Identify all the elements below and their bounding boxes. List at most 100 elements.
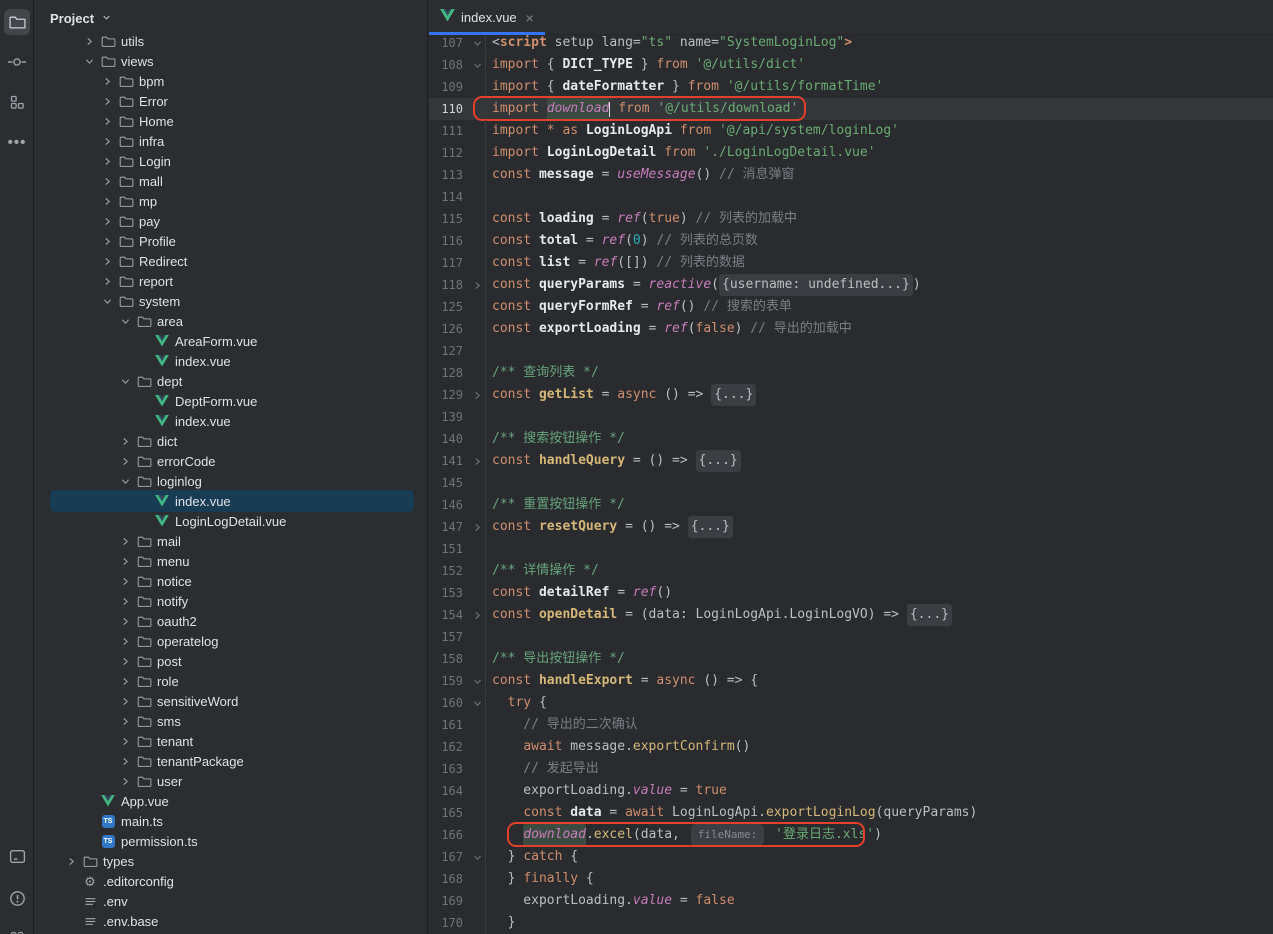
tree-item-system[interactable]: system bbox=[34, 291, 427, 311]
tree-item-deptform-vue[interactable]: DeptForm.vue bbox=[34, 391, 427, 411]
terminal-tool-button[interactable] bbox=[4, 843, 30, 869]
code-line-139[interactable]: 139 bbox=[429, 406, 1273, 428]
code-line-166[interactable]: 166 download.excel(data, fileName: '登录日志… bbox=[429, 824, 1273, 846]
tree-item-views[interactable]: views bbox=[34, 51, 427, 71]
fold-collapsed-icon[interactable] bbox=[469, 522, 485, 533]
chevron-down-icon[interactable] bbox=[117, 473, 133, 489]
tree-item-infra[interactable]: infra bbox=[34, 131, 427, 151]
chevron-right-icon[interactable] bbox=[117, 753, 133, 769]
fold-expanded-icon[interactable] bbox=[469, 698, 485, 709]
code-line-167[interactable]: 167 } catch { bbox=[429, 846, 1273, 868]
code-line-118[interactable]: 118const queryParams = reactive({usernam… bbox=[429, 274, 1273, 296]
code-line-109[interactable]: 109import { dateFormatter } from '@/util… bbox=[429, 76, 1273, 98]
tree-item--env-base[interactable]: .env.base bbox=[34, 911, 427, 931]
chevron-down-icon[interactable] bbox=[81, 53, 97, 69]
tree-item-loginlog[interactable]: loginlog bbox=[34, 471, 427, 491]
tree-item-tenant[interactable]: tenant bbox=[34, 731, 427, 751]
tree-item-dict[interactable]: dict bbox=[34, 431, 427, 451]
tree-item-dept[interactable]: dept bbox=[34, 371, 427, 391]
fold-expanded-icon[interactable] bbox=[469, 852, 485, 863]
structure-tool-button[interactable] bbox=[4, 89, 30, 115]
tree-item-main-ts[interactable]: TSmain.ts bbox=[34, 811, 427, 831]
chevron-right-icon[interactable] bbox=[117, 653, 133, 669]
tree-item-index-vue[interactable]: index.vue bbox=[34, 491, 427, 511]
chevron-right-icon[interactable] bbox=[117, 453, 133, 469]
tree-item-app-vue[interactable]: App.vue bbox=[34, 791, 427, 811]
tree-item-sensitiveword[interactable]: sensitiveWord bbox=[34, 691, 427, 711]
code-line-108[interactable]: 108import { DICT_TYPE } from '@/utils/di… bbox=[429, 54, 1273, 76]
tree-item-bpm[interactable]: bpm bbox=[34, 71, 427, 91]
chevron-down-icon[interactable] bbox=[99, 293, 115, 309]
code-line-154[interactable]: 154const openDetail = (data: LoginLogApi… bbox=[429, 604, 1273, 626]
tree-item-tenantpackage[interactable]: tenantPackage bbox=[34, 751, 427, 771]
code-line-129[interactable]: 129const getList = async () => {...} bbox=[429, 384, 1273, 406]
tree-item-login[interactable]: Login bbox=[34, 151, 427, 171]
chevron-right-icon[interactable] bbox=[117, 533, 133, 549]
chevron-right-icon[interactable] bbox=[117, 433, 133, 449]
chevron-right-icon[interactable] bbox=[99, 233, 115, 249]
tree-item--env[interactable]: .env bbox=[34, 891, 427, 911]
tree-item-mail[interactable]: mail bbox=[34, 531, 427, 551]
chevron-down-icon[interactable] bbox=[117, 373, 133, 389]
fold-collapsed-icon[interactable] bbox=[469, 280, 485, 291]
code-line-112[interactable]: 112import LoginLogDetail from './LoginLo… bbox=[429, 142, 1273, 164]
tree-item-profile[interactable]: Profile bbox=[34, 231, 427, 251]
tree-item-loginlogdetail-vue[interactable]: LoginLogDetail.vue bbox=[34, 511, 427, 531]
code-line-164[interactable]: 164 exportLoading.value = true bbox=[429, 780, 1273, 802]
code-line-157[interactable]: 157 bbox=[429, 626, 1273, 648]
code-line-162[interactable]: 162 await message.exportConfirm() bbox=[429, 736, 1273, 758]
code-line-107[interactable]: 107<script setup lang="ts" name="SystemL… bbox=[429, 32, 1273, 54]
tree-item-errorcode[interactable]: errorCode bbox=[34, 451, 427, 471]
tree-item-report[interactable]: report bbox=[34, 271, 427, 291]
chevron-right-icon[interactable] bbox=[117, 553, 133, 569]
fold-expanded-icon[interactable] bbox=[469, 38, 485, 49]
tree-item-index-vue[interactable]: index.vue bbox=[34, 351, 427, 371]
code-line-158[interactable]: 158/** 导出按钮操作 */ bbox=[429, 648, 1273, 670]
project-tool-button[interactable] bbox=[4, 9, 30, 35]
chevron-right-icon[interactable] bbox=[117, 773, 133, 789]
fold-expanded-icon[interactable] bbox=[469, 676, 485, 687]
tree-item-permission-ts[interactable]: TSpermission.ts bbox=[34, 831, 427, 851]
services-tool-button[interactable] bbox=[4, 922, 30, 934]
code-line-111[interactable]: 111import * as LoginLogApi from '@/api/s… bbox=[429, 120, 1273, 142]
chevron-right-icon[interactable] bbox=[117, 633, 133, 649]
code-line-145[interactable]: 145 bbox=[429, 472, 1273, 494]
tree-item-area[interactable]: area bbox=[34, 311, 427, 331]
code-line-152[interactable]: 152/** 详情操作 */ bbox=[429, 560, 1273, 582]
commit-tool-button[interactable] bbox=[4, 49, 30, 75]
tree-item-post[interactable]: post bbox=[34, 651, 427, 671]
code-line-125[interactable]: 125const queryFormRef = ref() // 搜索的表单 bbox=[429, 296, 1273, 318]
chevron-right-icon[interactable] bbox=[99, 93, 115, 109]
code-line-126[interactable]: 126const exportLoading = ref(false) // 导… bbox=[429, 318, 1273, 340]
chevron-down-icon[interactable] bbox=[117, 313, 133, 329]
code-line-169[interactable]: 169 exportLoading.value = false bbox=[429, 890, 1273, 912]
chevron-right-icon[interactable] bbox=[99, 273, 115, 289]
chevron-right-icon[interactable] bbox=[99, 253, 115, 269]
code-line-160[interactable]: 160 try { bbox=[429, 692, 1273, 714]
fold-collapsed-icon[interactable] bbox=[469, 456, 485, 467]
chevron-right-icon[interactable] bbox=[63, 853, 79, 869]
more-tool-windows-button[interactable]: ••• bbox=[4, 129, 30, 155]
code-line-113[interactable]: 113const message = useMessage() // 消息弹窗 bbox=[429, 164, 1273, 186]
chevron-right-icon[interactable] bbox=[99, 213, 115, 229]
tree-item-mp[interactable]: mp bbox=[34, 191, 427, 211]
tree-item-notice[interactable]: notice bbox=[34, 571, 427, 591]
tree-item-mall[interactable]: mall bbox=[34, 171, 427, 191]
chevron-right-icon[interactable] bbox=[117, 733, 133, 749]
tab-index-vue[interactable]: index.vue × bbox=[429, 0, 545, 35]
tree-item--editorconfig[interactable]: ⚙.editorconfig bbox=[34, 871, 427, 891]
tree-item-oauth2[interactable]: oauth2 bbox=[34, 611, 427, 631]
code-line-165[interactable]: 165 const data = await LoginLogApi.expor… bbox=[429, 802, 1273, 824]
code-line-161[interactable]: 161 // 导出的二次确认 bbox=[429, 714, 1273, 736]
code-line-168[interactable]: 168 } finally { bbox=[429, 868, 1273, 890]
chevron-right-icon[interactable] bbox=[117, 673, 133, 689]
tree-item-pay[interactable]: pay bbox=[34, 211, 427, 231]
chevron-right-icon[interactable] bbox=[117, 613, 133, 629]
chevron-right-icon[interactable] bbox=[99, 193, 115, 209]
tree-item-operatelog[interactable]: operatelog bbox=[34, 631, 427, 651]
chevron-right-icon[interactable] bbox=[99, 73, 115, 89]
fold-expanded-icon[interactable] bbox=[469, 60, 485, 71]
fold-collapsed-icon[interactable] bbox=[469, 390, 485, 401]
tree-item-index-vue[interactable]: index.vue bbox=[34, 411, 427, 431]
chevron-right-icon[interactable] bbox=[117, 593, 133, 609]
